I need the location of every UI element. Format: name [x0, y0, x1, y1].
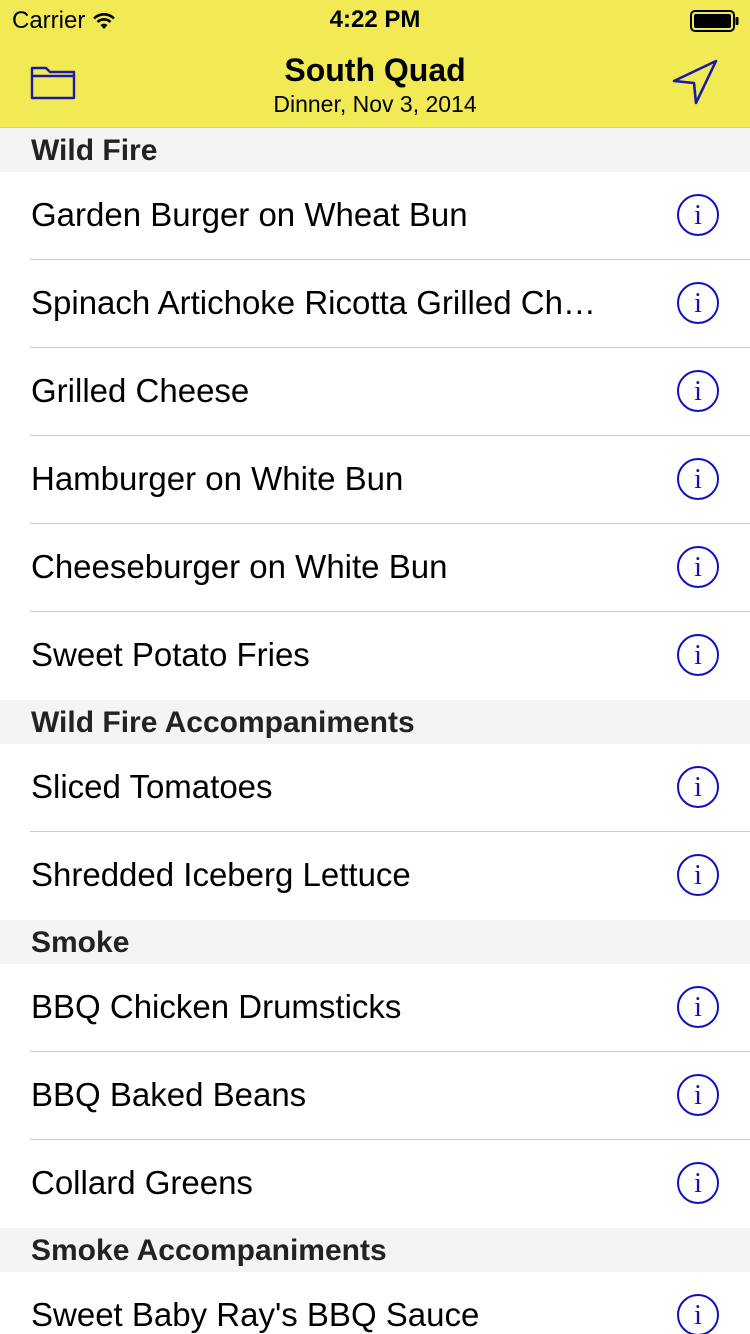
- menu-item-label: Garden Burger on Wheat Bun: [31, 196, 468, 233]
- location-arrow-icon[interactable]: [670, 57, 720, 107]
- menu-item-label: Spinach Artichoke Ricotta Grilled Ch…: [31, 284, 596, 321]
- menu-item-label: Sweet Baby Ray's BBQ Sauce: [31, 1296, 480, 1333]
- svg-text:i: i: [694, 200, 702, 231]
- info-icon[interactable]: i: [676, 457, 720, 501]
- info-icon[interactable]: i: [676, 853, 720, 897]
- info-icon[interactable]: i: [676, 1293, 720, 1334]
- menu-item-row[interactable]: Collard Greens i: [0, 1140, 750, 1228]
- menu-item-label: Sweet Potato Fries: [31, 636, 310, 673]
- menu-item-row[interactable]: Sweet Potato Fries i: [0, 612, 750, 700]
- menu-item-row[interactable]: BBQ Chicken Drumsticks i: [0, 964, 750, 1052]
- menu-item-label: Collard Greens: [31, 1164, 253, 1201]
- menu-item-label: BBQ Chicken Drumsticks: [31, 988, 402, 1025]
- menu-item-row[interactable]: Cheeseburger on White Bun i: [0, 524, 750, 612]
- app-screen: Carrier 4:22 PM South Quad Dinner, Nov 3…: [0, 0, 750, 1334]
- navigation-bar: Carrier 4:22 PM South Quad Dinner, Nov 3…: [0, 0, 750, 128]
- svg-text:i: i: [694, 640, 702, 671]
- section-header: Smoke: [0, 920, 750, 964]
- info-icon[interactable]: i: [676, 193, 720, 237]
- info-icon[interactable]: i: [676, 1073, 720, 1117]
- page-subtitle: Dinner, Nov 3, 2014: [273, 91, 477, 117]
- menu-item-label: Grilled Cheese: [31, 372, 250, 409]
- svg-text:i: i: [694, 376, 702, 407]
- info-icon[interactable]: i: [676, 633, 720, 677]
- status-time: 4:22 PM: [329, 6, 421, 33]
- info-icon[interactable]: i: [676, 281, 720, 325]
- section-header: Wild Fire: [0, 128, 750, 172]
- menu-item-label: Sliced Tomatoes: [31, 768, 273, 805]
- svg-text:i: i: [694, 464, 702, 495]
- page-title: South Quad: [284, 52, 466, 88]
- svg-text:i: i: [694, 552, 702, 583]
- menu-item-row[interactable]: Hamburger on White Bun i: [0, 436, 750, 524]
- section-header: Smoke Accompaniments: [0, 1228, 750, 1272]
- menu-item-row[interactable]: Sliced Tomatoes i: [0, 744, 750, 832]
- menu-item-label: Shredded Iceberg Lettuce: [31, 856, 411, 893]
- info-icon[interactable]: i: [676, 985, 720, 1029]
- svg-text:i: i: [694, 288, 702, 319]
- svg-text:i: i: [694, 1080, 702, 1111]
- info-icon[interactable]: i: [676, 765, 720, 809]
- menu-item-row[interactable]: Garden Burger on Wheat Bun i: [0, 172, 750, 260]
- menu-list: Wild Fire Garden Burger on Wheat Bun i Spin…: [0, 128, 750, 1334]
- section-header: Wild Fire Accompaniments: [0, 700, 750, 744]
- menu-item-label: BBQ Baked Beans: [31, 1076, 307, 1113]
- menu-item-row[interactable]: Grilled Cheese i: [0, 348, 750, 436]
- info-icon[interactable]: i: [676, 1161, 720, 1205]
- menu-item-label: Cheeseburger on White Bun: [31, 548, 448, 585]
- svg-text:i: i: [694, 860, 702, 891]
- battery-icon: [690, 10, 739, 32]
- menu-item-row[interactable]: Spinach Artichoke Ricotta Grilled Ch… i: [0, 260, 750, 348]
- menu-item-row[interactable]: Sweet Baby Ray's BBQ Sauce i: [0, 1272, 750, 1334]
- menu-item-row[interactable]: BBQ Baked Beans i: [0, 1052, 750, 1140]
- info-icon[interactable]: i: [676, 369, 720, 413]
- svg-text:i: i: [694, 772, 702, 803]
- info-icon[interactable]: i: [676, 545, 720, 589]
- svg-text:i: i: [694, 1168, 702, 1199]
- svg-text:i: i: [694, 992, 702, 1023]
- svg-text:i: i: [694, 1300, 702, 1331]
- menu-item-row[interactable]: Shredded Iceberg Lettuce i: [0, 832, 750, 920]
- menu-item-label: Hamburger on White Bun: [31, 460, 404, 497]
